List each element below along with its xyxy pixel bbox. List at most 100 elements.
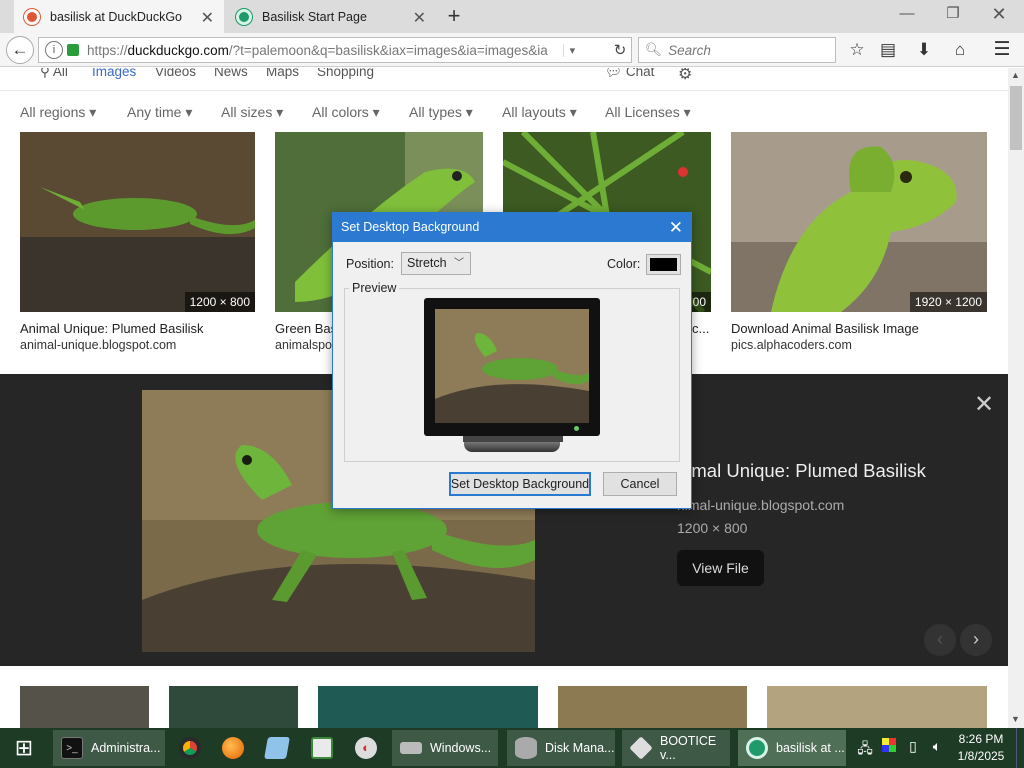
- result-source-2[interactable]: animalspot: [275, 338, 335, 352]
- result-image-row2-4[interactable]: [558, 686, 747, 728]
- detail-title[interactable]: nimal Unique: Plumed Basilisk: [677, 460, 926, 482]
- close-icon[interactable]: ✕: [974, 390, 994, 419]
- start-button[interactable]: ⊞: [0, 728, 48, 768]
- position-label: Position:: [346, 257, 394, 271]
- filter-types[interactable]: All types ▾: [409, 104, 473, 121]
- monitor-base: [464, 442, 560, 452]
- result-source-4[interactable]: pics.alphacoders.com: [731, 338, 852, 352]
- result-title-4[interactable]: Download Animal Basilisk Image: [731, 321, 919, 336]
- color-label: Color:: [607, 257, 641, 271]
- minimize-button[interactable]: —: [884, 0, 930, 30]
- nav-videos[interactable]: Videos: [155, 68, 196, 79]
- spreadsheet-icon: [311, 737, 333, 759]
- result-image-row2-2[interactable]: [169, 686, 298, 728]
- task-windows[interactable]: Windows...: [392, 730, 498, 766]
- nav-all[interactable]: ⚲ All: [40, 68, 68, 80]
- restore-button[interactable]: ❐: [930, 0, 976, 30]
- filter-layouts[interactable]: All layouts ▾: [502, 104, 577, 121]
- close-tab-icon[interactable]: ✕: [201, 8, 214, 28]
- network-icon[interactable]: 🖧︎: [856, 738, 874, 762]
- view-file-button[interactable]: View File: [677, 550, 764, 586]
- scrollbar-thumb[interactable]: [1010, 86, 1022, 150]
- home-icon[interactable]: ⌂: [949, 39, 971, 61]
- url-host: duckduckgo.com: [127, 42, 229, 58]
- page-scrollbar[interactable]: ▲ ▼: [1008, 68, 1024, 728]
- menu-icon[interactable]: ☰: [991, 39, 1013, 61]
- search-bar[interactable]: 🔍︎ Search: [638, 37, 836, 63]
- task-paint[interactable]: ◐: [347, 730, 387, 766]
- close-icon[interactable]: ✕: [669, 213, 683, 242]
- scroll-down-icon[interactable]: ▼: [1011, 714, 1020, 724]
- search-icon: ⚲: [40, 68, 53, 79]
- task-bootice[interactable]: BOOTICE v...: [622, 730, 730, 766]
- result-image-row2-5[interactable]: [767, 686, 987, 728]
- color-tray-icon[interactable]: [880, 738, 898, 755]
- bookmark-star-icon[interactable]: ☆: [846, 39, 868, 61]
- filter-time[interactable]: Any time ▾: [127, 104, 192, 121]
- new-tab-button[interactable]: +: [442, 3, 466, 29]
- tab-duckduckgo[interactable]: basilisk at DuckDuckGo ✕: [14, 0, 224, 33]
- set-desktop-background-button[interactable]: Set Desktop Background: [449, 472, 591, 496]
- result-image-4[interactable]: 1920 × 1200: [731, 132, 987, 312]
- filter-sizes[interactable]: All sizes ▾: [221, 104, 283, 121]
- set-desktop-background-dialog: Set Desktop Background ✕ Position: Stret…: [332, 212, 692, 509]
- next-arrow-icon[interactable]: ›: [960, 624, 992, 656]
- result-source-1[interactable]: animal-unique.blogspot.com: [20, 338, 176, 352]
- power-led-icon: [574, 426, 579, 431]
- result-image-1[interactable]: 1200 × 800: [20, 132, 255, 312]
- previous-arrow-icon[interactable]: ‹: [924, 624, 956, 656]
- position-select[interactable]: Stretch ﹀: [401, 252, 471, 275]
- nav-chat[interactable]: 💬︎ Chat: [605, 68, 654, 80]
- library-icon[interactable]: ▤: [877, 39, 899, 61]
- show-desktop-button[interactable]: [1016, 728, 1024, 768]
- task-firefox[interactable]: [214, 730, 254, 766]
- task-notepad[interactable]: [258, 730, 298, 766]
- filter-licenses[interactable]: All Licenses ▾: [605, 104, 691, 121]
- firefox-icon: [222, 737, 244, 759]
- result-title-1[interactable]: Animal Unique: Plumed Basilisk: [20, 321, 204, 336]
- search-placeholder: Search: [668, 42, 711, 58]
- nav-maps[interactable]: Maps: [266, 68, 299, 79]
- search-icon: 🔍︎: [645, 42, 663, 57]
- volume-muted-icon[interactable]: 🔈︎: [928, 738, 946, 755]
- detail-dimensions: 1200 × 800: [677, 520, 748, 536]
- color-picker-button[interactable]: [646, 254, 681, 275]
- filter-regions[interactable]: All regions ▾: [20, 104, 96, 121]
- clock[interactable]: 8:26 PM 1/8/2025: [948, 731, 1014, 765]
- bootice-icon: [629, 736, 653, 760]
- close-window-button[interactable]: ✕: [976, 0, 1022, 30]
- taskbar: ⊞ >_ Administra... ◐ Windows... Disk Mana…: [0, 728, 1024, 768]
- task-disk-management[interactable]: Disk Mana...: [507, 730, 615, 766]
- nav-images[interactable]: Images: [92, 68, 136, 79]
- result-image-row2-3[interactable]: [318, 686, 538, 728]
- task-spreadsheet[interactable]: [303, 730, 343, 766]
- usb-icon[interactable]: ▯: [904, 738, 922, 755]
- task-basilisk[interactable]: basilisk at ...: [738, 730, 846, 766]
- tab-label: basilisk at DuckDuckGo: [50, 9, 182, 24]
- task-administrator-cmd[interactable]: >_ Administra...: [53, 730, 165, 766]
- result-title-3[interactable]: c...: [692, 321, 709, 336]
- url-bar[interactable]: i https://duckduckgo.com/?t=palemoon&q=b…: [38, 37, 632, 63]
- chevron-down-icon: ﹀: [454, 258, 464, 269]
- monitor-preview: [424, 298, 600, 436]
- filter-colors[interactable]: All colors ▾: [312, 104, 380, 121]
- preview-screen: [435, 309, 589, 423]
- info-icon[interactable]: i: [45, 41, 63, 59]
- detail-source[interactable]: nimal-unique.blogspot.com: [677, 497, 844, 513]
- task-chrome[interactable]: [171, 730, 211, 766]
- close-tab-icon[interactable]: ✕: [413, 8, 426, 28]
- lizard-image: [435, 309, 589, 423]
- nav-news[interactable]: News: [214, 68, 248, 79]
- nav-shopping[interactable]: Shopping: [317, 68, 374, 79]
- download-icon[interactable]: ⬇: [913, 39, 935, 61]
- tab-basilisk-start[interactable]: Basilisk Start Page ✕: [226, 0, 436, 33]
- reload-icon[interactable]: ↻: [609, 41, 631, 59]
- back-button[interactable]: ←: [6, 36, 34, 64]
- settings-gear-icon[interactable]: ⚙: [678, 68, 692, 84]
- dropdown-icon[interactable]: ▾: [562, 43, 577, 57]
- task-label: Disk Mana...: [545, 741, 615, 755]
- lizard-image: [731, 132, 987, 312]
- cancel-button[interactable]: Cancel: [603, 472, 677, 496]
- scroll-up-icon[interactable]: ▲: [1011, 70, 1020, 80]
- result-image-row2-1[interactable]: [20, 686, 149, 728]
